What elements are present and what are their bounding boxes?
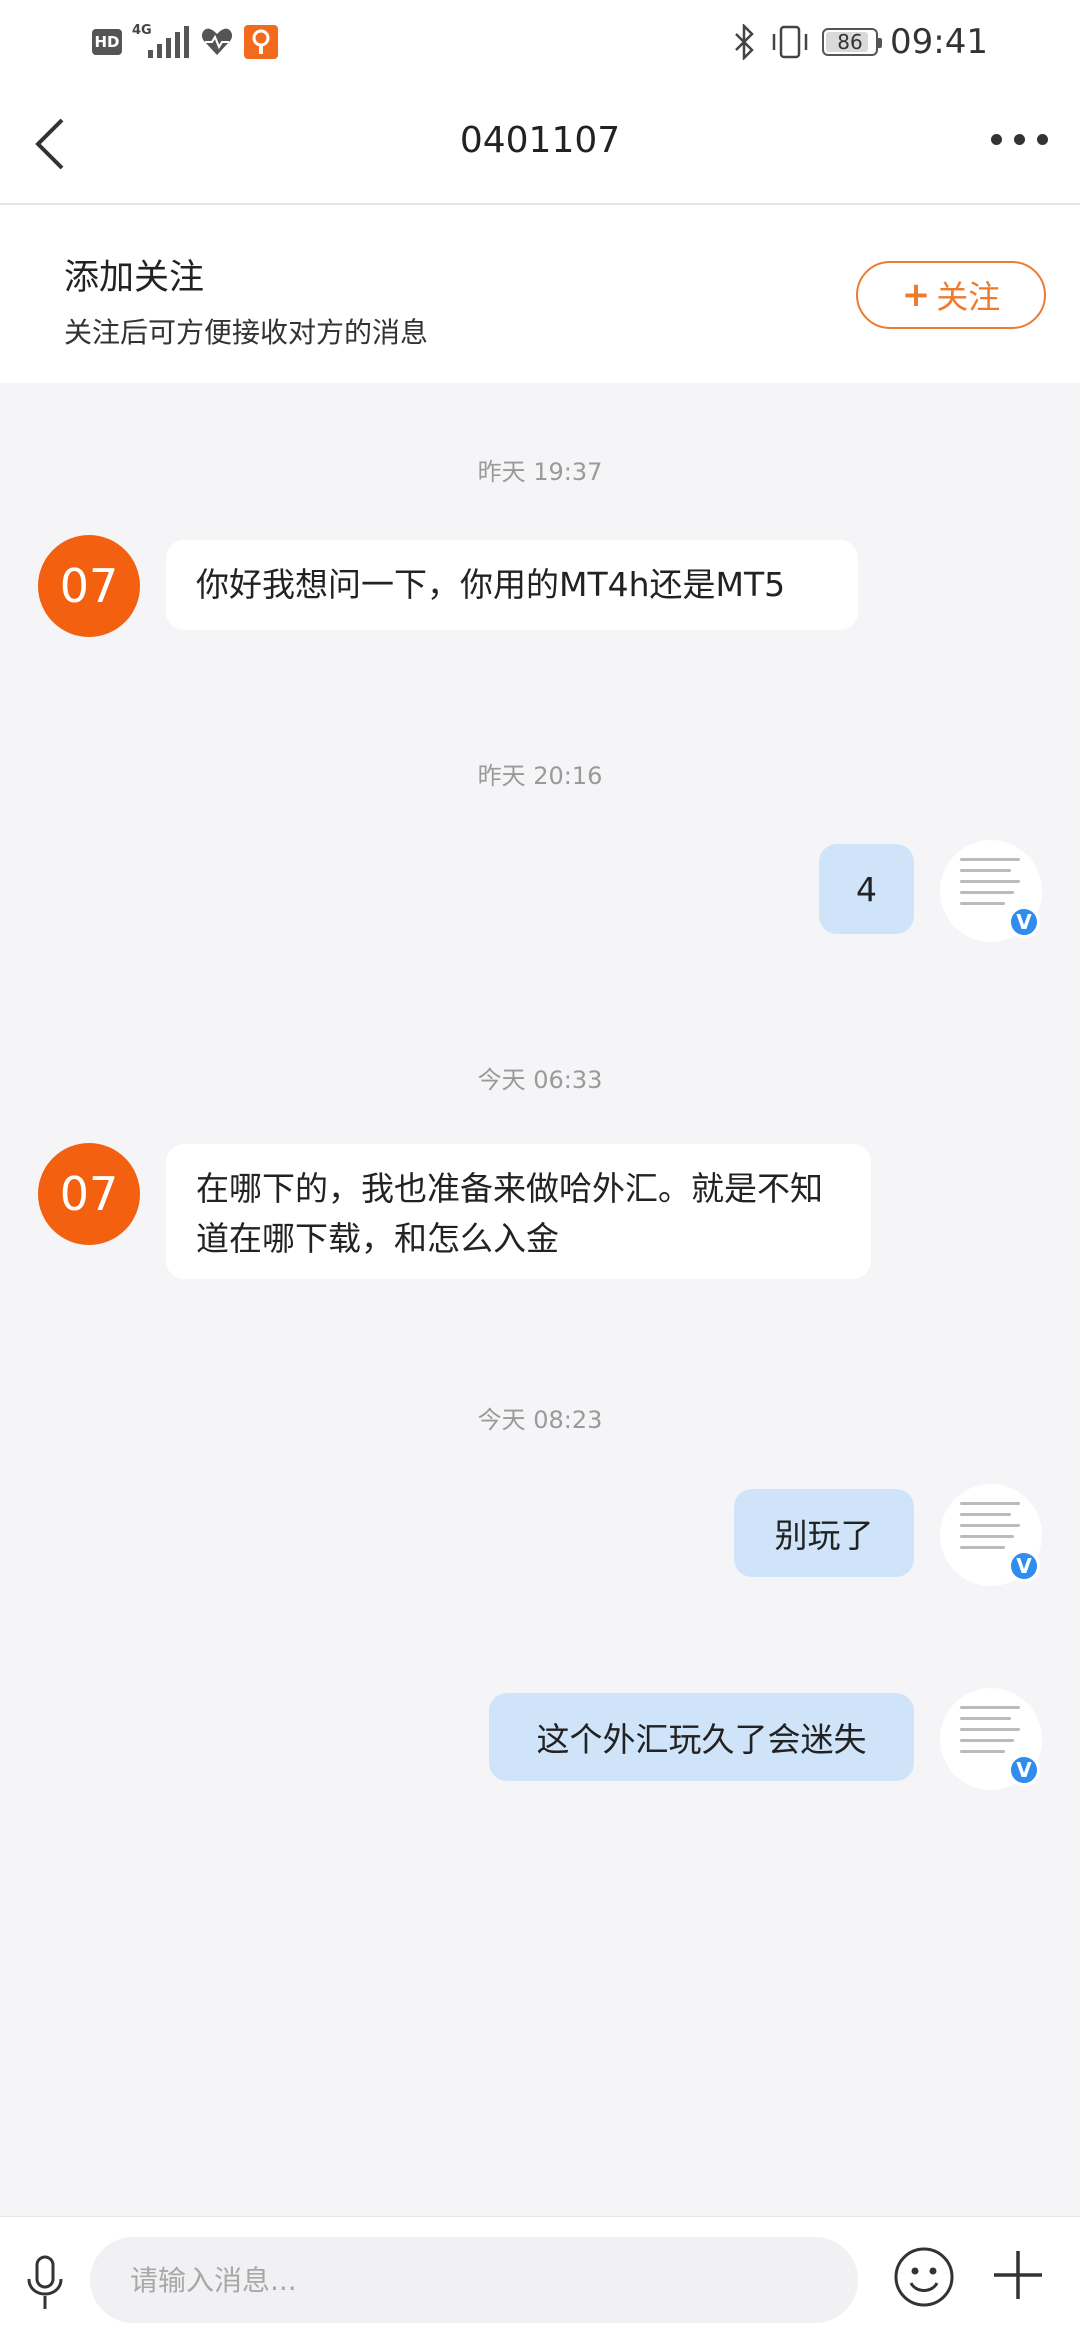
- outgoing-message: 这个外汇玩久了会迷失: [489, 1693, 914, 1781]
- follow-plus: +: [901, 275, 931, 315]
- title-bar: 0401107: [0, 84, 1080, 205]
- microphone-icon[interactable]: [20, 2253, 70, 2313]
- plus-icon[interactable]: [990, 2247, 1046, 2303]
- verified-badge-icon: V: [1008, 1550, 1040, 1582]
- status-left: HD 4G: [92, 22, 278, 62]
- page-title: 0401107: [459, 120, 621, 161]
- my-avatar[interactable]: V: [940, 1484, 1042, 1586]
- incoming-message: 在哪下的，我也准备来做哈外汇。就是不知道在哪下载，和怎么入金: [166, 1144, 871, 1279]
- verified-badge-icon: V: [1008, 906, 1040, 938]
- status-bar: HD 4G 86 09:41: [0, 0, 1080, 84]
- contact-avatar[interactable]: 07: [38, 1143, 140, 1245]
- my-avatar[interactable]: V: [940, 840, 1042, 942]
- follow-card-title: 添加关注: [64, 258, 205, 298]
- my-avatar[interactable]: V: [940, 1688, 1042, 1790]
- message-timestamp: 昨天 20:16: [477, 762, 603, 790]
- message-timestamp: 今天 06:33: [477, 1066, 603, 1094]
- follow-button[interactable]: + 关注: [856, 261, 1046, 329]
- verified-badge-icon: V: [1008, 1754, 1040, 1786]
- incoming-message: 你好我想问一下，你用的MT4h还是MT5: [166, 540, 858, 630]
- signal-icon: 4G: [132, 24, 190, 60]
- follow-card-subtitle: 关注后可方便接收对方的消息: [64, 316, 429, 349]
- battery-icon: 86: [822, 28, 883, 56]
- battery-level: 86: [837, 30, 863, 54]
- more-dots-icon[interactable]: [991, 134, 1048, 145]
- follow-card: 添加关注 关注后可方便接收对方的消息 + 关注: [0, 205, 1080, 383]
- outgoing-message: 别玩了: [734, 1489, 914, 1577]
- bluetooth-icon: [735, 24, 754, 60]
- app-notification-icon: [244, 25, 278, 59]
- follow-button-label: 关注: [936, 278, 1001, 316]
- emoji-icon[interactable]: [892, 2245, 956, 2309]
- message-timestamp: 昨天 19:37: [477, 458, 603, 486]
- message-input[interactable]: [90, 2237, 858, 2323]
- status-right: 86 09:41: [732, 20, 988, 64]
- contact-avatar[interactable]: 07: [38, 535, 140, 637]
- health-icon: [201, 28, 233, 55]
- hd-badge: HD: [92, 29, 122, 55]
- status-time: 09:41: [890, 22, 988, 62]
- outgoing-message: 4: [819, 844, 914, 934]
- message-timestamp: 今天 08:23: [477, 1406, 603, 1434]
- vibrate-icon: [772, 25, 808, 59]
- input-bar: [0, 2216, 1080, 2340]
